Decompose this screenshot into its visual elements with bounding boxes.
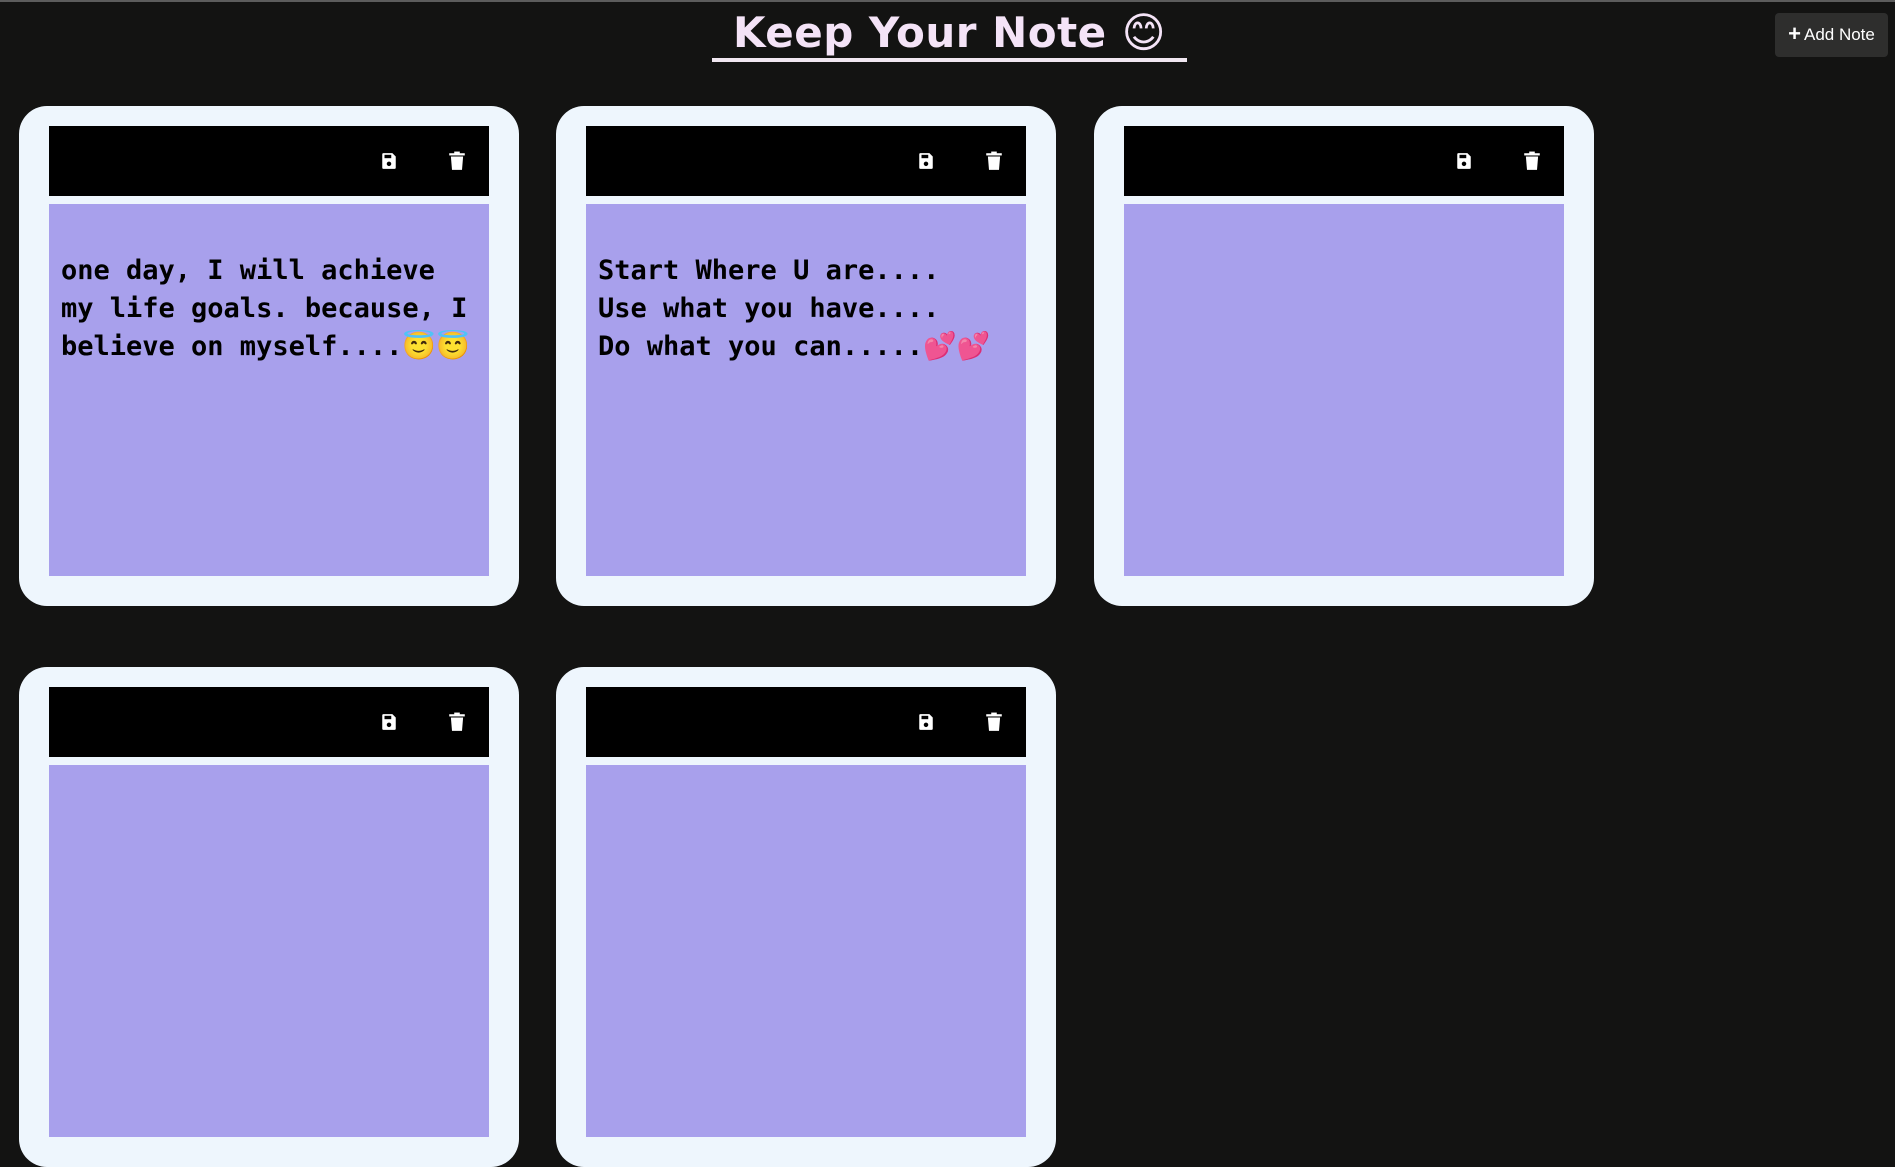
note-card	[19, 667, 519, 1167]
floppy-disk-icon[interactable]	[377, 710, 401, 734]
note-textarea[interactable]	[1124, 204, 1564, 576]
trash-icon[interactable]	[1520, 149, 1544, 173]
note-card: Start Where U are.... Use what you have.…	[556, 106, 1056, 606]
note-toolbar	[49, 687, 489, 757]
note-toolbar	[586, 687, 1026, 757]
note-card	[1094, 106, 1594, 606]
note-textarea[interactable]	[49, 765, 489, 1137]
floppy-disk-icon[interactable]	[914, 710, 938, 734]
title-underline	[712, 58, 1187, 62]
floppy-disk-icon[interactable]	[1452, 149, 1476, 173]
page-title: Keep Your Note 😊	[732, 8, 1167, 57]
trash-icon[interactable]	[445, 149, 469, 173]
trash-icon[interactable]	[982, 710, 1006, 734]
plus-icon: +	[1788, 21, 1801, 46]
note-toolbar	[586, 126, 1026, 196]
trash-icon[interactable]	[982, 149, 1006, 173]
add-note-button[interactable]: + Add Note	[1775, 13, 1888, 57]
floppy-disk-icon[interactable]	[914, 149, 938, 173]
note-toolbar	[1124, 126, 1564, 196]
floppy-disk-icon[interactable]	[377, 149, 401, 173]
add-note-label: Add Note	[1803, 25, 1875, 44]
trash-icon[interactable]	[445, 710, 469, 734]
note-toolbar	[49, 126, 489, 196]
note-card: one day, I will achieve my life goals. b…	[19, 106, 519, 606]
note-textarea[interactable]: Start Where U are.... Use what you have.…	[586, 204, 1026, 576]
note-card	[556, 667, 1056, 1167]
window-top-border	[0, 0, 1895, 2]
note-textarea[interactable]: one day, I will achieve my life goals. b…	[49, 204, 489, 576]
note-textarea[interactable]	[586, 765, 1026, 1137]
